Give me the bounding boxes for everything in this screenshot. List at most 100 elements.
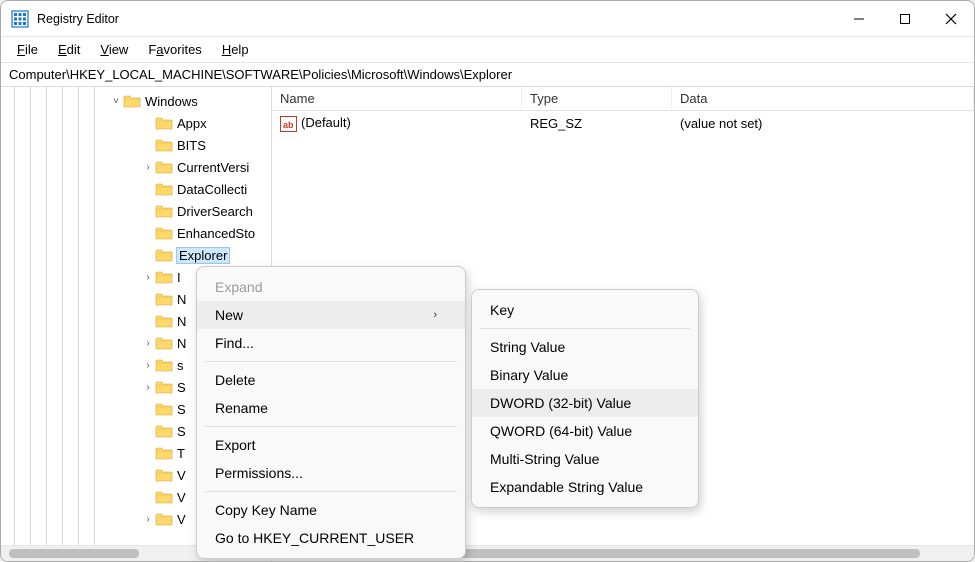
submenu-binary-value[interactable]: Binary Value [472,361,698,389]
col-header-data[interactable]: Data [672,87,974,110]
ctx-export[interactable]: Export [197,431,465,459]
tree-expander-icon[interactable]: › [141,514,155,525]
ctx-delete[interactable]: Delete [197,366,465,394]
tree-item-label: s [177,358,184,373]
folder-icon [155,270,173,284]
chevron-right-icon: › [433,309,437,321]
minimize-button[interactable] [836,1,882,36]
window-controls [836,1,974,36]
maximize-button[interactable] [882,1,928,36]
folder-icon [155,182,173,196]
tree-item-explorer[interactable]: Explorer [1,244,271,266]
tree-item-enhancedsto[interactable]: EnhancedSto [1,222,271,244]
ctx-new-label: New [215,307,243,323]
folder-icon [155,358,173,372]
tree-item-appx[interactable]: Appx [1,112,271,134]
titlebar: Registry Editor [1,1,974,37]
menu-favorites[interactable]: Favorites [138,39,211,60]
tree-item-driversearch[interactable]: DriverSearch [1,200,271,222]
cell-name: ab(Default) [272,113,522,134]
submenu-expandable-string-value[interactable]: Expandable String Value [472,473,698,501]
menu-edit[interactable]: Edit [48,39,90,60]
ctx-go-to-hkcu[interactable]: Go to HKEY_CURRENT_USER [197,524,465,552]
submenu-string-value[interactable]: String Value [472,333,698,361]
tree-item-datacollecti[interactable]: DataCollecti [1,178,271,200]
tree-item-label: EnhancedSto [177,226,255,241]
folder-icon [155,380,173,394]
tree-item-bits[interactable]: BITS [1,134,271,156]
folder-icon [155,292,173,306]
folder-icon [155,402,173,416]
tree-expander-icon[interactable]: › [141,338,155,349]
submenu-dword-value[interactable]: DWORD (32-bit) Value [472,389,698,417]
tree-item-windows[interactable]: ˅Windows [1,90,271,112]
folder-icon [155,424,173,438]
new-submenu: Key String Value Binary Value DWORD (32-… [471,289,699,508]
tree-expander-icon[interactable]: › [141,382,155,393]
folder-icon [155,336,173,350]
close-button[interactable] [928,1,974,36]
ctx-copy-key-name[interactable]: Copy Key Name [197,496,465,524]
folder-icon [155,468,173,482]
tree-expander-icon[interactable]: › [141,162,155,173]
submenu-key[interactable]: Key [472,296,698,324]
tree-item-label: N [177,292,186,307]
regedit-icon [11,10,29,28]
tree-item-label: I [177,270,181,285]
menubar: File Edit View Favorites Help [1,37,974,63]
folder-icon [155,116,173,130]
window-title: Registry Editor [37,12,836,26]
col-header-name[interactable]: Name [272,87,522,110]
folder-icon [155,512,173,526]
tree-item-label: Appx [177,116,207,131]
bottom-scroll-area [1,545,974,561]
menu-help[interactable]: Help [212,39,259,60]
submenu-multi-string-value[interactable]: Multi-String Value [472,445,698,473]
ctx-find[interactable]: Find... [197,329,465,357]
tree-item-label: BITS [177,138,206,153]
tree-expander-icon[interactable]: ˅ [109,96,123,107]
folder-icon [155,204,173,218]
list-header: Name Type Data [272,87,974,111]
tree-item-label: T [177,446,185,461]
menu-file[interactable]: File [7,39,48,60]
list-row[interactable]: ab(Default)REG_SZ(value not set) [272,111,974,136]
tree-expander-icon[interactable]: › [141,272,155,283]
folder-icon [155,248,173,262]
ctx-separator [205,361,457,362]
tree-item-label: N [177,336,186,351]
ctx-permissions[interactable]: Permissions... [197,459,465,487]
col-header-type[interactable]: Type [522,87,672,110]
menu-view[interactable]: View [90,39,138,60]
string-value-icon: ab [280,116,297,132]
folder-icon [155,138,173,152]
tree-item-label: S [177,424,186,439]
submenu-qword-value[interactable]: QWORD (64-bit) Value [472,417,698,445]
folder-icon [155,314,173,328]
folder-icon [123,94,141,108]
ctx-separator [205,491,457,492]
tree-item-currentversi[interactable]: › CurrentVersi [1,156,271,178]
tree-item-label: S [177,402,186,417]
ctx-separator [480,328,690,329]
folder-icon [155,160,173,174]
tree-item-label: CurrentVersi [177,160,249,175]
folder-icon [155,446,173,460]
tree-item-label: DataCollecti [177,182,247,197]
ctx-expand: Expand [197,273,465,301]
tree-item-label: Explorer [177,248,229,263]
cell-data: (value not set) [672,114,974,133]
address-bar[interactable]: Computer\HKEY_LOCAL_MACHINE\SOFTWARE\Pol… [1,63,974,87]
svg-text:ab: ab [283,120,294,130]
tree-item-label: V [177,512,186,527]
ctx-rename[interactable]: Rename [197,394,465,422]
ctx-new[interactable]: New › [197,301,465,329]
cell-type: REG_SZ [522,114,672,133]
tree-item-label: DriverSearch [177,204,253,219]
tree-item-label: S [177,380,186,395]
tree-expander-icon[interactable]: › [141,360,155,371]
tree-item-label: N [177,314,186,329]
tree-item-label: V [177,468,186,483]
ctx-separator [205,426,457,427]
folder-icon [155,226,173,240]
